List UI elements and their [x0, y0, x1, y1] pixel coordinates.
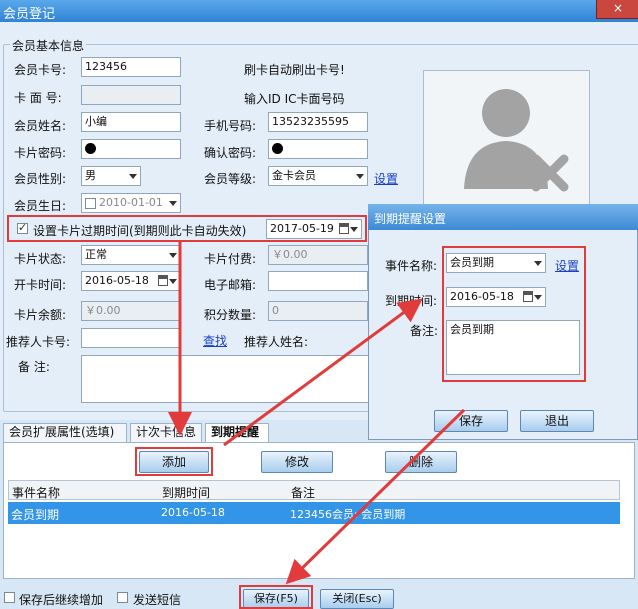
annotation-arrows: [168, 242, 466, 585]
arrow-to-save: [285, 408, 466, 585]
arrow-to-dialog: [223, 298, 423, 447]
